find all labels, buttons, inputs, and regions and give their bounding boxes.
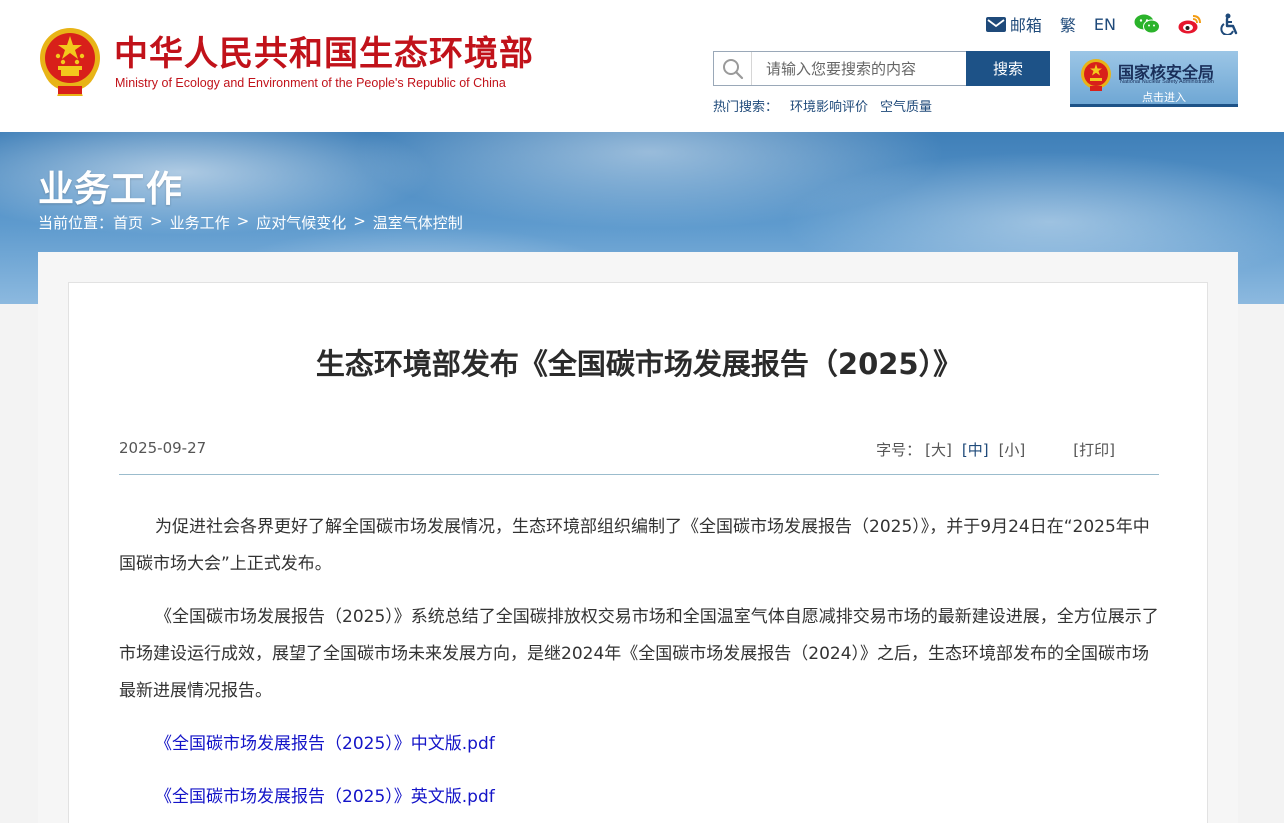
breadcrumb-home[interactable]: 首页 (113, 212, 143, 233)
article-body: 为促进社会各界更好了解全国碳市场发展情况，生态环境部组织编制了《全国碳市场发展报… (119, 509, 1159, 823)
breadcrumb-separator: > (236, 212, 250, 230)
search-icon-wrap (714, 52, 752, 85)
breadcrumb-label: 当前位置： (38, 214, 114, 232)
font-size-small[interactable]: [小] (999, 439, 1026, 460)
article-meta: 2025-09-27 字号： [大] [中] [小] [打印] (119, 437, 1159, 475)
section-title: 业务工作 (38, 169, 183, 210)
article-paragraph: 为促进社会各界更好了解全国碳市场发展情况，生态环境部组织编制了《全国碳市场发展报… (119, 517, 1150, 574)
attachment-item: 《全国碳市场发展报告（2025）》英文版.pdf (119, 779, 1159, 816)
attachment-item: 《全国碳市场发展报告（2025）》中文版.pdf (119, 726, 1159, 763)
accessibility-icon (1220, 13, 1238, 35)
traditional-chinese-link[interactable]: 繁 (1060, 12, 1076, 36)
nnsa-english-name: National Nuclear Safety Administration (1120, 79, 1214, 85)
search-box (713, 51, 966, 86)
article-card: 生态环境部发布《全国碳市场发展报告（2025）》 2025-09-27 字号： … (68, 282, 1208, 823)
hot-search-item[interactable]: 环境影响评价 (790, 96, 868, 115)
font-size-large[interactable]: [大] (925, 439, 952, 460)
site-title: 中华人民共和国生态环境部 (114, 34, 534, 74)
nnsa-banner-link[interactable]: 国家核安全局 National Nuclear Safety Administr… (1070, 51, 1238, 107)
top-links: 邮箱 繁 EN (968, 12, 1240, 36)
article-paragraph: 《全国碳市场发展报告（2025）》系统总结了全国碳排放权交易市场和全国温室气体自… (119, 607, 1159, 701)
site-subtitle: Ministry of Ecology and Environment of t… (115, 76, 506, 90)
hot-search-item[interactable]: 空气质量 (880, 96, 932, 115)
print-link[interactable]: [打印] (1073, 439, 1115, 460)
font-size-medium[interactable]: [中] (962, 439, 989, 460)
mail-link[interactable]: 邮箱 (985, 12, 1042, 36)
search-input[interactable] (752, 52, 962, 85)
weibo-link[interactable] (1178, 14, 1202, 34)
nnsa-emblem-icon (1081, 59, 1111, 91)
nnsa-enter-label: 点击进入 (1142, 91, 1186, 104)
accessibility-link[interactable] (1220, 13, 1240, 35)
site-header: 中华人民共和国生态环境部 Ministry of Ecology and Env… (0, 0, 1284, 132)
attachment-link-english[interactable]: 《全国碳市场发展报告（2025）》英文版.pdf (155, 787, 495, 807)
attachment-link-chinese[interactable]: 《全国碳市场发展报告（2025）》中文版.pdf (155, 734, 495, 754)
breadcrumb-business[interactable]: 业务工作 (170, 212, 230, 233)
publish-date: 2025-09-27 (119, 439, 207, 457)
national-emblem-icon (40, 28, 100, 96)
breadcrumb-separator: > (150, 212, 163, 230)
breadcrumb-ghg-control[interactable]: 温室气体控制 (373, 212, 463, 233)
hot-search: 热门搜索： 环境影响评价 空气质量 (713, 96, 932, 115)
breadcrumb-climate[interactable]: 应对气候变化 (256, 212, 346, 233)
hot-search-label: 热门搜索： (713, 100, 779, 115)
font-size-label: 字号： (876, 441, 922, 459)
wechat-link[interactable] (1134, 14, 1160, 34)
search-button[interactable]: 搜索 (966, 51, 1050, 86)
mail-icon (985, 16, 1006, 32)
wechat-icon (1134, 14, 1160, 34)
font-size-control: 字号： [大] [中] [小] [打印] (876, 439, 1115, 460)
mail-label: 邮箱 (1009, 16, 1042, 35)
breadcrumb: 当前位置： 首页 > 业务工作 > 应对气候变化 > 温室气体控制 (38, 212, 463, 233)
article-title: 生态环境部发布《全国碳市场发展报告（2025）》 (315, 347, 963, 381)
breadcrumb-separator: > (353, 212, 366, 230)
weibo-icon (1178, 15, 1201, 34)
english-link[interactable]: EN (1094, 15, 1116, 34)
search-icon (722, 58, 743, 79)
